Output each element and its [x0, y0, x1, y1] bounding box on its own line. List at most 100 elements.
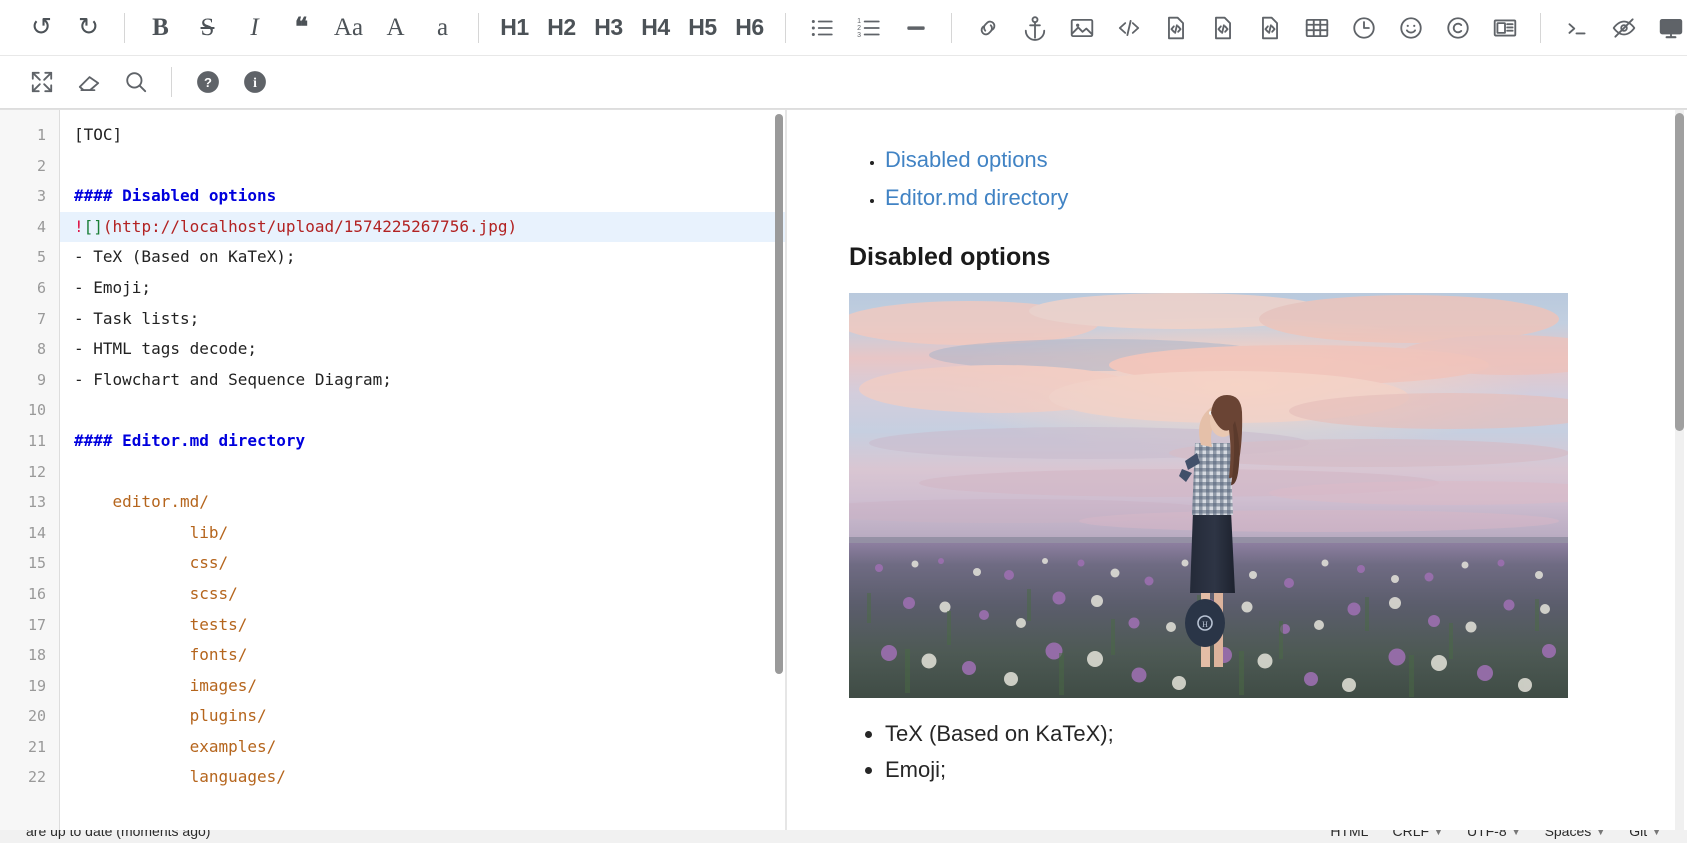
code-line[interactable]: #### Disabled options — [60, 181, 785, 212]
heading-h2-button[interactable]: H2 — [538, 5, 585, 51]
code-line[interactable]: ![](http://localhost/upload/157422526775… — [60, 211, 785, 243]
code-editor-area[interactable]: [TOC] #### Disabled options ![](http://lo… — [60, 110, 785, 843]
blockquote-icon[interactable]: ❝ — [278, 5, 325, 51]
font-family-icon[interactable]: A — [372, 5, 419, 51]
redo-icon[interactable]: ↻ — [65, 5, 112, 51]
toc-link[interactable]: Editor.md directory — [885, 185, 1068, 210]
small-text-icon[interactable]: a — [419, 5, 466, 51]
code-line[interactable] — [60, 151, 785, 182]
status-bar-item-crlf[interactable]: CRLF ▼ — [1380, 830, 1454, 839]
table-icon[interactable] — [1293, 5, 1340, 51]
heading-h3-button[interactable]: H3 — [585, 5, 632, 51]
link-icon[interactable] — [964, 5, 1011, 51]
status-bar-item-git[interactable]: Git ▼ — [1617, 830, 1673, 839]
anchor-icon[interactable] — [1011, 5, 1058, 51]
editor-pane[interactable]: 1 2 3 4 5 6 7 8 9 10 11 12 13 14 15 16 17 18 19 20 21 22 [TOC… — [0, 110, 785, 843]
code-line[interactable]: images/ — [60, 671, 785, 702]
code-token: [TOC] — [74, 125, 123, 144]
heading-h5-button[interactable]: H5 — [679, 5, 726, 51]
emoji-icon[interactable] — [1387, 5, 1434, 51]
line-number: 22 — [27, 768, 46, 787]
datetime-icon[interactable] — [1340, 5, 1387, 51]
status-bar-item-html[interactable]: HTML — [1318, 830, 1380, 839]
code-line[interactable]: #### Editor.md directory — [60, 426, 785, 457]
info-icon[interactable]: i — [231, 59, 278, 105]
code-token: ! — [74, 216, 84, 236]
preformatted-code-icon[interactable] — [1199, 5, 1246, 51]
code-line[interactable]: lib/ — [60, 518, 785, 549]
preview-scrollbar-thumb[interactable] — [1675, 113, 1684, 431]
heading-h4-button[interactable]: H4 — [632, 5, 679, 51]
code-line[interactable]: examples/ — [60, 732, 785, 763]
search-icon[interactable] — [112, 59, 159, 105]
code-token: [] — [83, 216, 103, 236]
code-line[interactable]: editor.md/ — [60, 487, 785, 518]
expand-arrows-icon[interactable] — [18, 59, 65, 105]
font-size-icon-glyph: Aa — [333, 14, 364, 41]
code-line[interactable]: tests/ — [60, 610, 785, 641]
font-size-icon[interactable]: Aa — [325, 5, 372, 51]
heading-h6-button[interactable]: H6 — [726, 5, 773, 51]
toolbar-separator — [785, 12, 786, 43]
line-number: 10 — [27, 401, 46, 420]
code-line[interactable]: scss/ — [60, 579, 785, 610]
preview-toggle-icon[interactable] — [1600, 5, 1647, 51]
status-bar-item-utf-8[interactable]: UTF-8 ▼ — [1455, 830, 1533, 839]
code-snippet-icon[interactable] — [1246, 5, 1293, 51]
preview-pane: Disabled options Editor.md directory Disa… — [787, 110, 1687, 843]
code-line[interactable] — [60, 457, 785, 488]
image-icon[interactable] — [1058, 5, 1105, 51]
line-number: 15 — [27, 554, 46, 573]
code-line[interactable]: css/ — [60, 548, 785, 579]
code-line[interactable]: plugins/ — [60, 701, 785, 732]
italic-icon[interactable]: I — [231, 5, 278, 51]
code-line[interactable]: - Flowchart and Sequence Diagram; — [60, 365, 785, 396]
heading-h4-button-glyph: H4 — [641, 14, 670, 40]
toc-link[interactable]: Disabled options — [885, 147, 1048, 172]
heading-h6-button-glyph: H6 — [735, 14, 764, 40]
status-bar: are up to date (moments ago) HTML CRLF ▼ UT… — [0, 830, 1687, 843]
undo-icon-glyph: ↺ — [31, 14, 52, 41]
line-number: 3 — [36, 187, 46, 206]
line-number: 17 — [27, 615, 46, 634]
code-line[interactable]: languages/ — [60, 762, 785, 793]
inline-code-icon[interactable] — [1105, 5, 1152, 51]
code-line[interactable]: - TeX (Based on KaTeX); — [60, 242, 785, 273]
toc-item: Editor.md directory — [885, 182, 1647, 216]
code-line[interactable]: - Task lists; — [60, 304, 785, 335]
code-block-icon[interactable] — [1152, 5, 1199, 51]
unordered-list-icon[interactable] — [798, 5, 845, 51]
editor-scrollbar-thumb[interactable] — [775, 114, 783, 674]
preview-image-container: H — [849, 293, 1647, 698]
line-number: 2 — [36, 156, 46, 175]
preview-bullet-item: TeX (Based on KaTeX); — [885, 718, 1647, 749]
terminal-icon[interactable] — [1553, 5, 1600, 51]
horizontal-rule-icon[interactable] — [892, 5, 939, 51]
code-token: languages/ — [74, 767, 286, 787]
svg-text:i: i — [253, 75, 257, 90]
code-token: scss/ — [74, 583, 238, 603]
ordered-list-icon[interactable]: 123 — [845, 5, 892, 51]
status-bar-item-spaces[interactable]: Spaces ▼ — [1533, 830, 1618, 839]
status-bar-left: are up to date (moments ago) — [14, 830, 222, 839]
code-line[interactable]: - Emoji; — [60, 273, 785, 304]
bold-icon[interactable]: B — [137, 5, 184, 51]
strikethrough-icon[interactable]: S — [184, 5, 231, 51]
fullscreen-monitor-icon[interactable] — [1647, 5, 1687, 51]
code-line[interactable]: - HTML tags decode; — [60, 334, 785, 365]
line-number: 13 — [27, 493, 46, 512]
toc-item: Disabled options — [885, 144, 1647, 178]
undo-icon[interactable]: ↺ — [18, 5, 65, 51]
editormd-app: ↺ ↻ B S I ❝ Aa Aa H1 H2 H3 H4 H5 H6 1 2 3 ? i 1 2 3 4 5 6 7 8 9 10… — [0, 0, 1687, 843]
eraser-icon[interactable] — [65, 59, 112, 105]
line-number: 7 — [36, 309, 46, 328]
code-line[interactable] — [60, 395, 785, 426]
page-break-icon[interactable] — [1481, 5, 1528, 51]
code-line[interactable]: fonts/ — [60, 640, 785, 671]
copyright-icon[interactable] — [1434, 5, 1481, 51]
svg-text:1: 1 — [857, 18, 861, 25]
help-icon[interactable]: ? — [184, 59, 231, 105]
code-line[interactable]: [TOC] — [60, 120, 785, 151]
line-number: 19 — [27, 676, 46, 695]
heading-h1-button[interactable]: H1 — [491, 5, 538, 51]
